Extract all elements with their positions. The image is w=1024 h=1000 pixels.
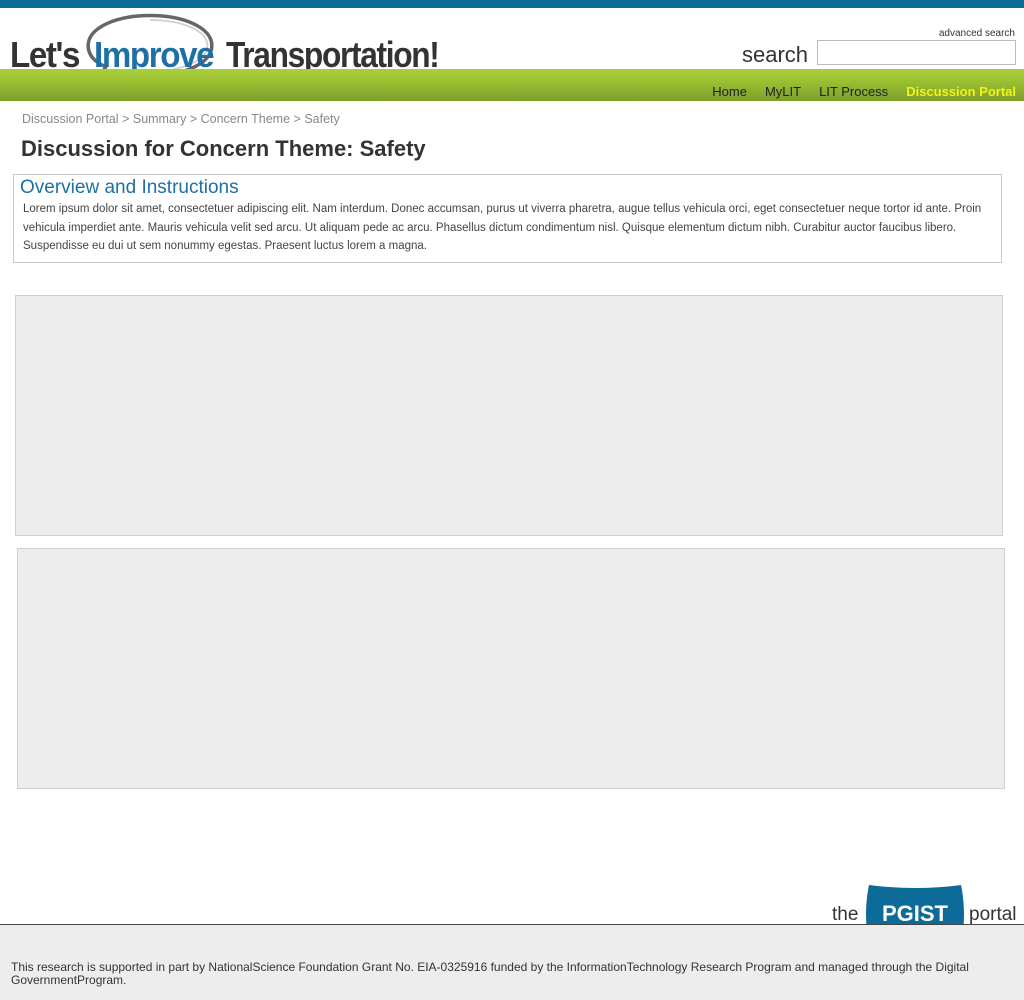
footer-funding-text: This research is supported in part by Na… [11,960,969,987]
breadcrumb-separator: > [189,112,198,126]
advanced-search-link[interactable]: advanced search [939,28,1015,39]
breadcrumb: Discussion Portal > Summary > Concern Th… [22,112,340,126]
breadcrumb-separator: > [122,112,130,126]
breadcrumb-summary[interactable]: Summary [133,112,186,126]
main-nav: Home MyLIT LIT Process Discussion Portal [694,84,1016,99]
search-label: search [742,42,809,67]
nav-home[interactable]: Home [712,84,747,99]
pgist-the-text: the [832,904,859,925]
search-input[interactable] [817,40,1016,65]
page-title: Discussion for Concern Theme: Safety [21,136,426,161]
nav-mylit[interactable]: MyLIT [765,84,801,99]
breadcrumb-discussion-portal[interactable]: Discussion Portal [22,112,119,126]
content-panel-2 [17,548,1005,789]
overview-heading: Overview and Instructions [20,177,239,198]
breadcrumb-separator: > [293,112,301,126]
top-accent-bar [0,0,1024,8]
content-panel-1 [15,295,1003,536]
overview-box: Overview and Instructions Lorem ipsum do… [13,174,1002,263]
pgist-portal-text: portal [969,904,1017,925]
breadcrumb-current: Safety [304,112,340,126]
nav-discussion-portal[interactable]: Discussion Portal [906,84,1016,99]
nav-lit-process[interactable]: LIT Process [819,84,888,99]
footer: This research is supported in part by Na… [0,925,1024,1000]
overview-text: Lorem ipsum dolor sit amet, consectetuer… [23,203,982,252]
breadcrumb-concern-theme[interactable]: Concern Theme [201,112,290,126]
